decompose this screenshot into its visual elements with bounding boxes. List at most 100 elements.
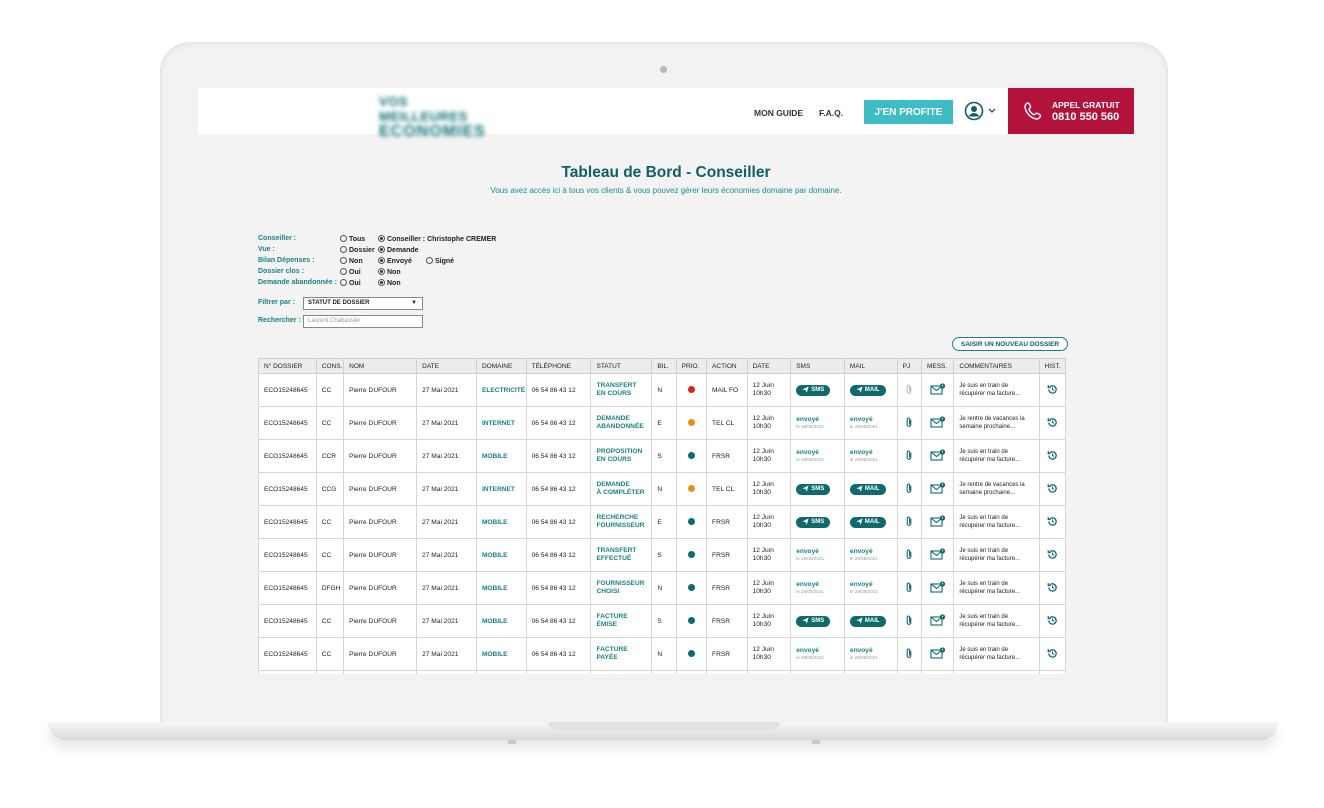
dossier-number-cell[interactable]: ECO15248645 xyxy=(258,505,317,539)
dossier-number-cell[interactable]: ECO15248645 xyxy=(258,472,317,506)
table-row[interactable]: ECO15248645 CC Pierre DUFOUR 27 Mai 2021 MOB… xyxy=(258,505,1067,539)
envelope-icon[interactable] xyxy=(930,449,946,463)
radio-button[interactable] xyxy=(340,279,347,286)
filter-radio-option[interactable]: Oui xyxy=(340,279,361,287)
column-header[interactable]: N° DOSSIER xyxy=(258,358,317,374)
history-icon[interactable] xyxy=(1047,615,1058,628)
radio-button[interactable] xyxy=(378,257,385,264)
filter-radio-option[interactable]: Tous xyxy=(340,235,365,243)
column-header[interactable]: SMS xyxy=(790,358,845,374)
column-header[interactable]: PJ xyxy=(896,358,922,374)
logo[interactable]: VOS MEILLEURES ECONOMIES xyxy=(379,94,499,140)
table-row[interactable] xyxy=(258,670,1067,674)
dossier-number-cell[interactable]: ECO15248645 xyxy=(258,637,317,671)
radio-button[interactable] xyxy=(340,235,347,242)
column-header[interactable]: MESS. xyxy=(920,358,955,374)
column-header[interactable]: PRIO. xyxy=(675,358,708,374)
history-icon[interactable] xyxy=(1047,582,1058,595)
send-sms-button[interactable]: SMS xyxy=(796,516,831,528)
dossier-number-cell[interactable]: ECO15248645 xyxy=(258,406,317,440)
envelope-icon[interactable] xyxy=(930,416,946,430)
jen-profite-button[interactable]: J'EN PROFITE xyxy=(864,100,953,124)
column-header[interactable]: MAIL xyxy=(843,358,898,374)
envelope-icon[interactable] xyxy=(930,647,946,661)
paperclip-icon[interactable] xyxy=(905,384,913,397)
filter-radio-option[interactable]: Demande xyxy=(378,246,419,254)
table-row[interactable]: ECO15248645 CC Pierre DUFOUR 27 Mai 2021 MOB… xyxy=(258,538,1067,572)
filter-radio-option[interactable]: Signé xyxy=(426,257,454,265)
user-circle-icon[interactable] xyxy=(964,101,984,121)
paperclip-icon[interactable] xyxy=(905,549,913,562)
dossier-number-cell[interactable]: ECO15248645 xyxy=(258,571,317,605)
envelope-icon[interactable] xyxy=(930,482,946,496)
filter-radio-option[interactable]: Non xyxy=(340,257,363,265)
history-icon[interactable] xyxy=(1047,450,1058,463)
paperclip-icon[interactable] xyxy=(905,450,913,463)
table-row[interactable]: ECO15248645 CCR Pierre DUFOUR 27 Mai 2021 MO… xyxy=(258,439,1067,473)
column-header[interactable]: DATE xyxy=(416,358,477,374)
radio-button[interactable] xyxy=(426,257,433,264)
paperclip-icon[interactable] xyxy=(905,516,913,529)
column-header[interactable]: COMMENTAIRES xyxy=(953,358,1040,374)
paperclip-icon[interactable] xyxy=(905,615,913,628)
filter-radio-option[interactable]: Conseiller : Christophe CREMER xyxy=(378,235,496,243)
nav-link-mon-guide[interactable]: MON GUIDE xyxy=(754,108,803,118)
history-icon[interactable] xyxy=(1047,417,1058,430)
dossier-number-cell[interactable]: ECO15248645 xyxy=(258,373,317,407)
send-sms-button[interactable]: SMS xyxy=(796,615,831,627)
column-header[interactable]: HIST. xyxy=(1038,358,1067,374)
column-header[interactable]: DATE xyxy=(746,358,792,374)
send-mail-button[interactable]: MAIL xyxy=(849,516,886,528)
filter-radio-option[interactable]: Envoyé xyxy=(378,257,412,265)
send-mail-button[interactable]: MAIL xyxy=(849,384,886,396)
column-header[interactable]: TÉLÉPHONE xyxy=(525,358,592,374)
send-sms-button[interactable]: SMS xyxy=(796,384,831,396)
chevron-down-icon[interactable] xyxy=(988,106,996,116)
column-header[interactable]: BIL. xyxy=(651,358,677,374)
paperclip-icon[interactable] xyxy=(905,483,913,496)
column-header[interactable]: DOMAINE xyxy=(475,358,527,374)
filter-radio-option[interactable]: Oui xyxy=(340,268,361,276)
radio-button[interactable] xyxy=(340,246,347,253)
dossier-number-cell[interactable]: ECO15248645 xyxy=(258,439,317,473)
history-icon[interactable] xyxy=(1047,516,1058,529)
history-icon[interactable] xyxy=(1047,648,1058,661)
radio-button[interactable] xyxy=(340,257,347,264)
column-header[interactable]: CONS. xyxy=(315,358,345,374)
history-icon[interactable] xyxy=(1047,483,1058,496)
table-row[interactable]: ECO15248645 CC Pierre DUFOUR 27 Mai 2021 MOB… xyxy=(258,604,1067,638)
column-header[interactable]: ACTION xyxy=(706,358,748,374)
filter-radio-option[interactable]: Non xyxy=(378,268,401,276)
send-sms-button[interactable]: SMS xyxy=(796,483,831,495)
radio-button[interactable] xyxy=(340,268,347,275)
paperclip-icon[interactable] xyxy=(905,648,913,661)
history-icon[interactable] xyxy=(1047,549,1058,562)
column-header[interactable]: NOM xyxy=(343,358,418,374)
paperclip-icon[interactable] xyxy=(905,417,913,430)
radio-button[interactable] xyxy=(378,279,385,286)
envelope-icon[interactable] xyxy=(930,581,946,595)
send-mail-button[interactable]: MAIL xyxy=(849,615,886,627)
send-mail-button[interactable]: MAIL xyxy=(849,483,886,495)
envelope-icon[interactable] xyxy=(930,383,946,397)
column-header[interactable]: STATUT xyxy=(590,358,653,374)
paperclip-icon[interactable] xyxy=(905,582,913,595)
dossier-number-cell[interactable]: ECO15248645 xyxy=(258,538,317,572)
envelope-icon[interactable] xyxy=(930,614,946,628)
new-dossier-button[interactable]: SAISIR UN NOUVEAU DOSSIER xyxy=(952,337,1068,351)
envelope-icon[interactable] xyxy=(930,548,946,562)
radio-button[interactable] xyxy=(378,235,385,242)
filter-radio-option[interactable]: Dossier xyxy=(340,246,375,254)
search-input[interactable]: Laurent Chabassier xyxy=(303,315,423,328)
filter-radio-option[interactable]: Non xyxy=(378,279,401,287)
table-row[interactable]: ECO15248645 CCG Pierre DUFOUR 27 Mai 2021 IN… xyxy=(258,472,1067,506)
table-row[interactable]: ECO15248645 CC Pierre DUFOUR 27 Mai 2021 ELE… xyxy=(258,373,1067,407)
table-row[interactable]: ECO15248645 DFGH Pierre DUFOUR 27 Mai 2021 M… xyxy=(258,571,1067,605)
filter-by-select[interactable]: STATUT DE DOSSIER ▼ xyxy=(303,297,423,310)
radio-button[interactable] xyxy=(378,246,385,253)
dossier-number-cell[interactable]: ECO15248645 xyxy=(258,604,317,638)
table-row[interactable]: ECO15248645 CC Pierre DUFOUR 27 Mai 2021 INT… xyxy=(258,406,1067,440)
free-call-box[interactable]: APPEL GRATUIT 0810 550 560 xyxy=(1008,88,1134,134)
nav-link-faq[interactable]: F.A.Q. xyxy=(819,108,843,118)
envelope-icon[interactable] xyxy=(930,515,946,529)
